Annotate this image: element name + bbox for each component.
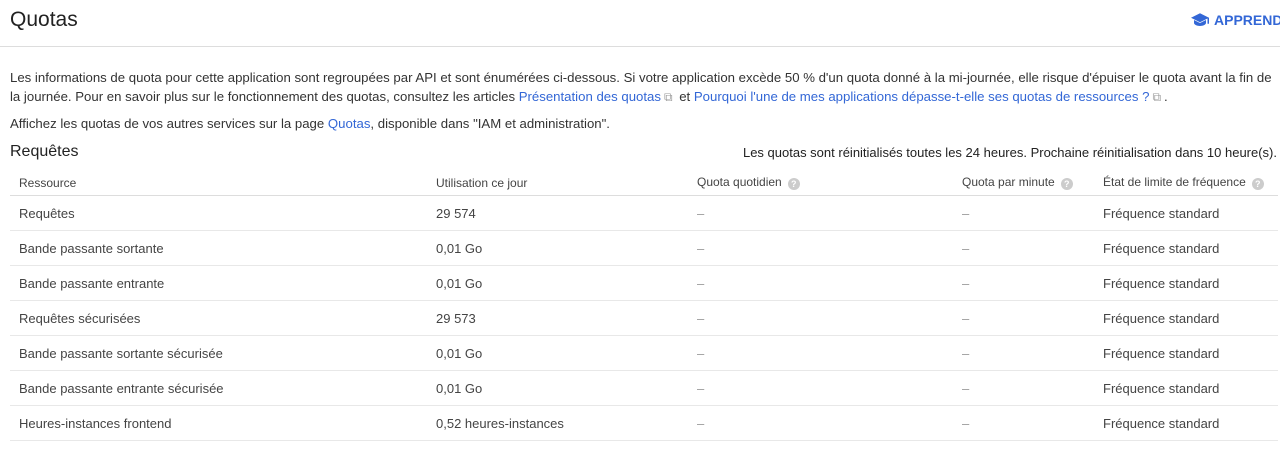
per-minute-quota-cell: – [953,405,1094,441]
daily-quota-cell: – [688,300,953,336]
header-daily-quota: Quota quotidien? [688,170,953,196]
quotas-page-link[interactable]: Quotas [328,116,371,131]
resource-cell: Requêtes sécurisées [10,300,427,336]
table-row: Bande passante sortante sécurisée 0,01 Go… [10,335,1278,371]
usage-cell: 0,01 Go [427,335,688,371]
learn-button[interactable]: APPRENDRE [1191,12,1280,28]
help-icon[interactable]: ? [1060,178,1073,190]
resource-cell: Bande passante sortante sécurisée [10,335,427,371]
intro-paragraph: Les informations de quota pour cette app… [10,68,1275,107]
resource-cell: Heures-instances frontend [10,405,427,441]
help-icon[interactable]: ? [787,178,800,190]
resource-cell: Bande passante entrante sécurisée [10,370,427,406]
rate-limit-cell: Fréquence standard [1094,265,1278,301]
page-title: Quotas [10,8,78,31]
usage-cell: 0,52 heures-instances [427,405,688,441]
quota-exceeded-link[interactable]: Pourquoi l'une de mes applications dépas… [694,89,1150,104]
daily-quota-cell: – [688,335,953,371]
section-title: Requêtes [10,143,79,160]
intro-and: et [675,89,694,104]
quota-overview-link[interactable]: Présentation des quotas [519,89,661,104]
rate-limit-cell: Fréquence standard [1094,195,1278,231]
table-row: Bande passante entrante 0,01 Go – – Fréquenc… [10,265,1278,301]
graduation-cap-icon [1191,13,1209,26]
daily-quota-cell: – [688,195,953,231]
per-minute-quota-cell: – [953,230,1094,266]
per-minute-quota-cell: – [953,370,1094,406]
intro-text-2: Affichez les quotas de vos autres servic… [10,116,328,131]
rate-limit-cell: Fréquence standard [1094,230,1278,266]
header-usage: Utilisation ce jour [427,170,688,196]
usage-cell: 29 573 [427,300,688,336]
table-header-row: Ressource Utilisation ce jour Quota quot… [10,170,1278,196]
per-minute-quota-cell: – [953,300,1094,336]
quota-table: Ressource Utilisation ce jour Quota quot… [10,170,1278,441]
table-row: Bande passante entrante sécurisée 0,01 Go… [10,370,1278,406]
per-minute-quota-cell: – [953,335,1094,371]
rate-limit-cell: Fréquence standard [1094,335,1278,371]
intro-text: Les informations de quota pour cette app… [10,68,1275,133]
reset-note: Les quotas sont réinitialisés toutes les… [742,145,1277,160]
rate-limit-cell: Fréquence standard [1094,300,1278,336]
external-link-icon: ⧉ [663,90,673,104]
resource-cell: Bande passante sortante [10,230,427,266]
intro-end: . [1164,89,1168,104]
usage-cell: 0,01 Go [427,265,688,301]
header-per-minute-quota: Quota par minute? [953,170,1094,196]
rate-limit-cell: Fréquence standard [1094,405,1278,441]
per-minute-quota-cell: – [953,195,1094,231]
header-resource: Ressource [10,170,427,196]
usage-cell: 0,01 Go [427,230,688,266]
quotas-page-paragraph: Affichez les quotas de vos autres servic… [10,114,1275,133]
daily-quota-cell: – [688,370,953,406]
table-row: Requêtes 29 574– – Fréquence standard [10,195,1278,231]
resource-cell: Bande passante entrante [10,265,427,301]
resource-cell: Requêtes [10,195,427,231]
table-row: Heures-instances frontend 0,52 heures-ins… [10,405,1278,441]
daily-quota-cell: – [688,265,953,301]
external-link-icon: ⧉ [1152,90,1162,104]
header-rate-limit: État de limite de fréquence? [1094,170,1278,196]
table-row: Requêtes sécurisées 29 573– – Fréquence sta… [10,300,1278,336]
learn-label: APPRENDRE [1214,12,1280,28]
daily-quota-cell: – [688,405,953,441]
rate-limit-cell: Fréquence standard [1094,370,1278,406]
table-row: Bande passante sortante 0,01 Go – – Fréquenc… [10,230,1278,266]
daily-quota-cell: – [688,230,953,266]
help-icon[interactable]: ? [1251,178,1264,190]
top-bar: Quotas APPRENDRE [0,0,1280,47]
usage-cell: 0,01 Go [427,370,688,406]
usage-cell: 29 574 [427,195,688,231]
intro-text-3: , disponible dans "IAM et administration… [370,116,610,131]
per-minute-quota-cell: – [953,265,1094,301]
